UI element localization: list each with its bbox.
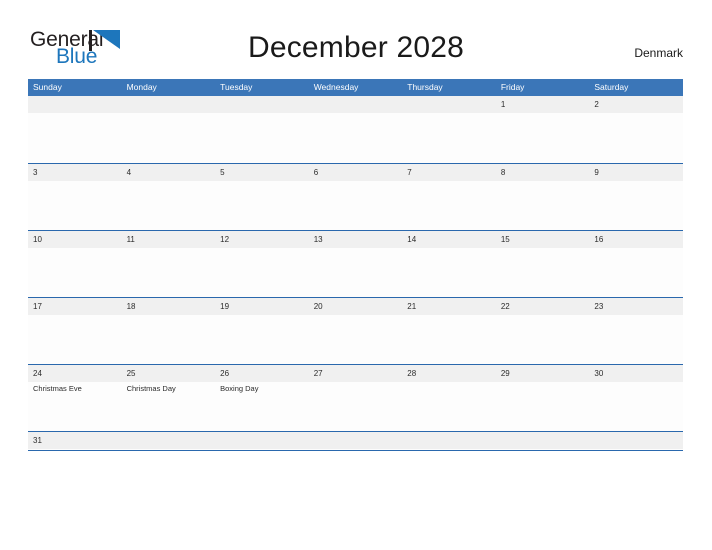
calendar-day-cell[interactable]: 31 — [28, 432, 122, 449]
day-number: 13 — [313, 235, 323, 244]
calendar-weeks: 1 2 3 4 5 6 7 8 9 10 11 12 13 14 15 16 17 18 19 20 21 22 23 24 C… — [28, 96, 683, 452]
calendar-empty-cell — [589, 432, 683, 449]
calendar-bottom-rule — [28, 450, 683, 452]
calendar-day-cell[interactable]: 28 — [402, 365, 496, 432]
weekday-header-saturday: Saturday — [594, 82, 629, 92]
country-label: Denmark — [634, 46, 683, 60]
weekday-header-sunday: Sunday — [33, 82, 62, 92]
calendar-day-cell[interactable]: 2 — [589, 96, 683, 163]
calendar-empty-cell — [402, 432, 496, 449]
page-title: December 2028 — [247, 31, 465, 64]
calendar-day-cell[interactable]: 19 — [215, 298, 309, 365]
calendar-day-cell[interactable]: 23 — [589, 298, 683, 365]
day-number: 29 — [500, 369, 510, 378]
calendar-day-cell[interactable]: 1 — [496, 96, 590, 163]
calendar-day-cell[interactable]: 16 — [589, 231, 683, 298]
calendar-day-cell[interactable]: 10 — [28, 231, 122, 298]
calendar-day-cell[interactable]: 3 — [28, 164, 122, 231]
day-number: 9 — [594, 168, 599, 177]
day-number: 20 — [313, 302, 323, 311]
calendar-day-cell[interactable]: 8 — [496, 164, 590, 231]
calendar-empty-cell — [215, 96, 309, 163]
day-number: 27 — [313, 369, 323, 378]
calendar-day-cell[interactable]: 21 — [402, 298, 496, 365]
weekday-header-wednesday: Wednesday — [313, 82, 359, 92]
day-number: 6 — [313, 168, 319, 177]
holiday-label: Boxing Day — [220, 384, 259, 393]
calendar-week-row: 24 Christmas Eve 25 Christmas Day 26 Boxing D… — [28, 364, 683, 431]
calendar-day-cell[interactable]: 17 — [28, 298, 122, 365]
day-number: 23 — [594, 302, 604, 311]
day-number: 4 — [126, 168, 132, 177]
calendar-day-cell[interactable]: 12 — [215, 231, 309, 298]
day-number: 28 — [407, 369, 417, 378]
day-number: 17 — [33, 302, 42, 311]
calendar-week-row: 17 18 19 20 21 22 23 — [28, 297, 683, 364]
holiday-label: Christmas Eve — [33, 384, 82, 393]
calendar-day-cell[interactable]: 25 Christmas Day — [122, 365, 216, 432]
calendar-grid: Sunday Monday Tuesday Wednesday Thursday… — [28, 79, 683, 452]
day-number: 3 — [33, 168, 38, 177]
calendar-day-cell[interactable]: 6 — [309, 164, 403, 231]
calendar-empty-cell — [309, 432, 403, 449]
calendar-day-cell[interactable]: 18 — [122, 298, 216, 365]
day-number: 26 — [220, 369, 230, 378]
calendar-day-cell[interactable]: 4 — [122, 164, 216, 231]
calendar-day-cell[interactable]: 30 — [589, 365, 683, 432]
calendar-day-cell[interactable]: 7 — [402, 164, 496, 231]
day-number: 15 — [500, 235, 510, 244]
day-number: 1 — [500, 100, 506, 109]
holiday-label: Christmas Day — [126, 384, 176, 393]
calendar-day-cell[interactable]: 24 Christmas Eve — [28, 365, 122, 432]
calendar-day-cell[interactable]: 22 — [496, 298, 590, 365]
calendar-empty-cell — [122, 96, 216, 163]
day-number: 12 — [220, 235, 230, 244]
calendar-day-cell[interactable]: 20 — [309, 298, 403, 365]
day-number: 21 — [407, 302, 417, 311]
calendar-week-row: 12 — [28, 96, 683, 163]
day-number: 8 — [500, 168, 506, 177]
calendar-week-row: 31 — [28, 431, 683, 450]
calendar-day-cell[interactable]: 13 — [309, 231, 403, 298]
calendar-empty-cell — [215, 432, 309, 449]
calendar-empty-cell — [122, 432, 216, 449]
calendar-day-cell[interactable]: 29 — [496, 365, 590, 432]
calendar-day-cell[interactable]: 15 — [496, 231, 590, 298]
page-header: General Blue December 2028 Denmark — [0, 0, 712, 79]
day-number: 5 — [220, 168, 225, 177]
day-number: 11 — [126, 235, 135, 244]
day-number: 2 — [594, 100, 599, 109]
calendar-day-cell[interactable]: 26 Boxing Day — [215, 365, 309, 432]
day-number: 7 — [407, 168, 412, 177]
day-number: 16 — [594, 235, 604, 244]
day-number: 25 — [126, 369, 136, 378]
calendar-day-cell[interactable]: 27 — [309, 365, 403, 432]
calendar-day-cell[interactable]: 9 — [589, 164, 683, 231]
calendar-day-cell[interactable]: 14 — [402, 231, 496, 298]
calendar-day-cell[interactable]: 11 — [122, 231, 216, 298]
calendar-empty-cell — [309, 96, 403, 163]
day-number: 22 — [500, 302, 510, 311]
day-number: 10 — [33, 235, 42, 244]
weekday-header-tuesday: Tuesday — [220, 82, 253, 92]
day-number: 30 — [594, 369, 604, 378]
day-number: 19 — [220, 302, 230, 311]
calendar-empty-cell — [496, 432, 590, 449]
calendar-empty-cell — [402, 96, 496, 163]
weekday-header-thursday: Thursday — [407, 82, 443, 92]
day-number: 24 — [33, 369, 42, 378]
calendar-week-row: 10 11 12 13 14 15 16 — [28, 230, 683, 297]
calendar-day-cell[interactable]: 5 — [215, 164, 309, 231]
calendar-empty-cell — [28, 96, 122, 163]
day-number: 18 — [126, 302, 136, 311]
weekday-header-friday: Friday — [500, 82, 525, 92]
weekday-header-row: Sunday Monday Tuesday Wednesday Thursday… — [28, 79, 683, 96]
day-number: 14 — [407, 235, 417, 244]
calendar-week-row: 3 4 5 6 7 8 9 — [28, 163, 683, 230]
weekday-header-monday: Monday — [126, 82, 157, 92]
day-number: 31 — [33, 436, 42, 445]
